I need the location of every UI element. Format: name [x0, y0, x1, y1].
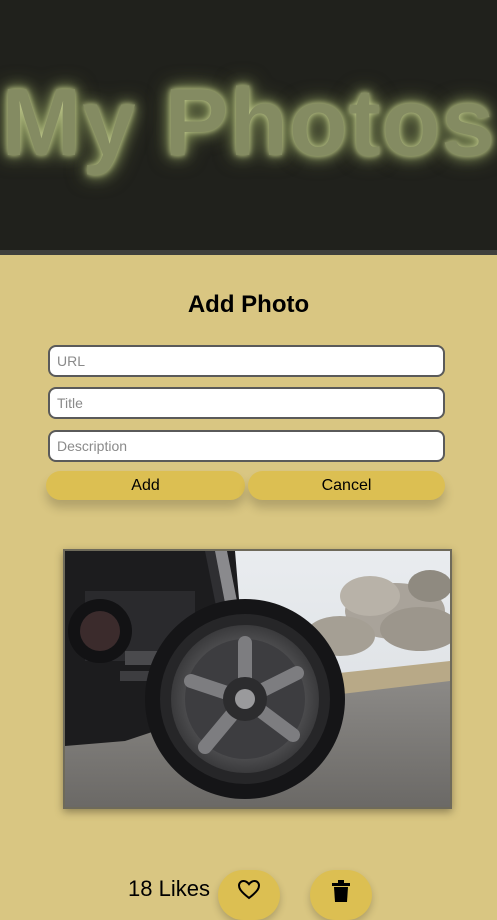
- title-input[interactable]: [48, 387, 445, 419]
- page-title: My Photos: [1, 69, 496, 176]
- add-button[interactable]: Add: [46, 471, 245, 500]
- trash-icon: [332, 880, 350, 902]
- like-button[interactable]: [218, 870, 280, 920]
- description-input[interactable]: [48, 430, 445, 462]
- header-banner: My Photos: [0, 0, 497, 255]
- add-photo-heading: Add Photo: [187, 291, 310, 318]
- motorcycle-photo: [65, 551, 450, 807]
- heart-icon: [238, 880, 260, 900]
- likes-count: 18 Likes: [128, 876, 210, 901]
- photo-card[interactable]: [63, 549, 452, 809]
- cancel-button[interactable]: Cancel: [248, 471, 445, 500]
- url-input[interactable]: [48, 345, 445, 377]
- delete-button[interactable]: [310, 870, 372, 920]
